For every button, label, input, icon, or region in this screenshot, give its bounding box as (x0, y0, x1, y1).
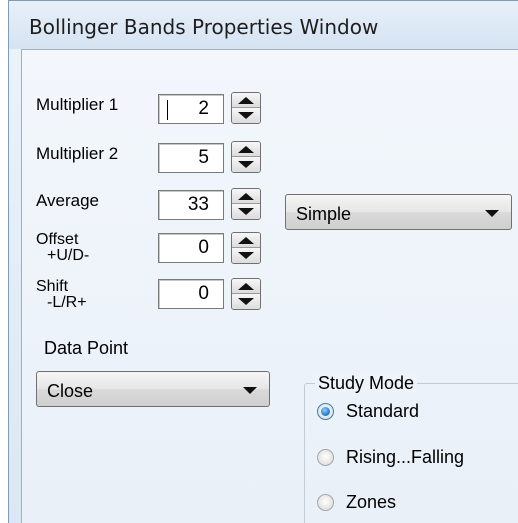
multiplier1-decrement-button[interactable] (232, 108, 260, 123)
triangle-down-icon (238, 112, 254, 119)
shift-sublabel: -L/R+ (47, 294, 87, 311)
triangle-down-icon (238, 252, 254, 259)
offset-value: 0 (198, 237, 209, 258)
radio-unchecked-icon[interactable] (317, 448, 334, 466)
multiplier2-label: Multiplier 2 (36, 144, 119, 163)
radio-checked-icon[interactable] (317, 402, 334, 420)
study-mode-zones[interactable]: Zones (317, 491, 396, 513)
offset-decrement-button[interactable] (232, 248, 260, 263)
radio-unchecked-icon[interactable] (317, 493, 334, 511)
multiplier1-spinner[interactable] (231, 92, 261, 124)
triangle-up-icon (238, 145, 254, 153)
average-type-dropdown[interactable]: Simple (285, 194, 512, 230)
multiplier1-input[interactable]: 2 (158, 94, 224, 124)
data-point-selected: Close (47, 381, 94, 401)
offset-spinner[interactable] (231, 232, 261, 264)
triangle-up-icon (238, 236, 254, 244)
triangle-down-icon (238, 161, 254, 168)
study-mode-legend: Study Mode (315, 373, 418, 393)
study-mode-standard[interactable]: Standard (317, 400, 419, 422)
study-mode-rising-falling[interactable]: Rising...Falling (317, 446, 464, 468)
chevron-down-icon (485, 210, 499, 217)
offset-increment-button[interactable] (232, 233, 260, 248)
multiplier2-decrement-button[interactable] (232, 157, 260, 172)
properties-window: Bollinger Bands Properties Window Multip… (8, 0, 518, 523)
study-mode-zones-label: Zones (346, 491, 397, 512)
offset-label: Offset (36, 231, 79, 248)
offset-input[interactable]: 0 (158, 233, 224, 263)
text-caret (167, 100, 168, 120)
study-mode-standard-label: Standard (346, 400, 420, 421)
multiplier2-increment-button[interactable] (232, 142, 260, 157)
offset-sublabel: +U/D- (47, 247, 90, 264)
triangle-up-icon (238, 282, 254, 290)
multiplier1-label: Multiplier 1 (36, 95, 119, 114)
shift-value: 0 (198, 283, 209, 304)
average-spinner[interactable] (231, 188, 261, 220)
shift-input[interactable]: 0 (158, 279, 224, 309)
triangle-down-icon (238, 208, 254, 215)
shift-decrement-button[interactable] (232, 294, 260, 309)
study-mode-group: Study Mode Standard Rising...Falling Zon… (304, 373, 518, 523)
average-label: Average (36, 191, 100, 210)
average-type-selected: Simple (296, 204, 352, 224)
average-input[interactable]: 33 (158, 190, 224, 220)
multiplier2-spinner[interactable] (231, 141, 261, 173)
shift-spinner[interactable] (231, 278, 261, 310)
properties-panel: Multiplier 1 2 Multiplier 2 5 Average 33 (21, 49, 518, 523)
multiplier1-value: 2 (198, 98, 209, 119)
multiplier2-input[interactable]: 5 (158, 143, 224, 173)
data-point-label: Data Point (44, 338, 129, 358)
average-value: 33 (187, 194, 209, 215)
shift-increment-button[interactable] (232, 279, 260, 294)
multiplier1-increment-button[interactable] (232, 93, 260, 108)
study-mode-rising-falling-label: Rising...Falling (346, 446, 465, 467)
shift-label: Shift (36, 278, 69, 295)
triangle-down-icon (238, 298, 254, 305)
triangle-up-icon (238, 96, 254, 104)
window-title: Bollinger Bands Properties Window (29, 15, 379, 39)
chevron-down-icon (243, 387, 257, 394)
average-decrement-button[interactable] (232, 204, 260, 219)
triangle-up-icon (238, 192, 254, 200)
average-increment-button[interactable] (232, 189, 260, 204)
data-point-dropdown[interactable]: Close (36, 371, 270, 407)
multiplier2-value: 5 (198, 147, 209, 168)
title-bar: Bollinger Bands Properties Window (9, 1, 518, 49)
